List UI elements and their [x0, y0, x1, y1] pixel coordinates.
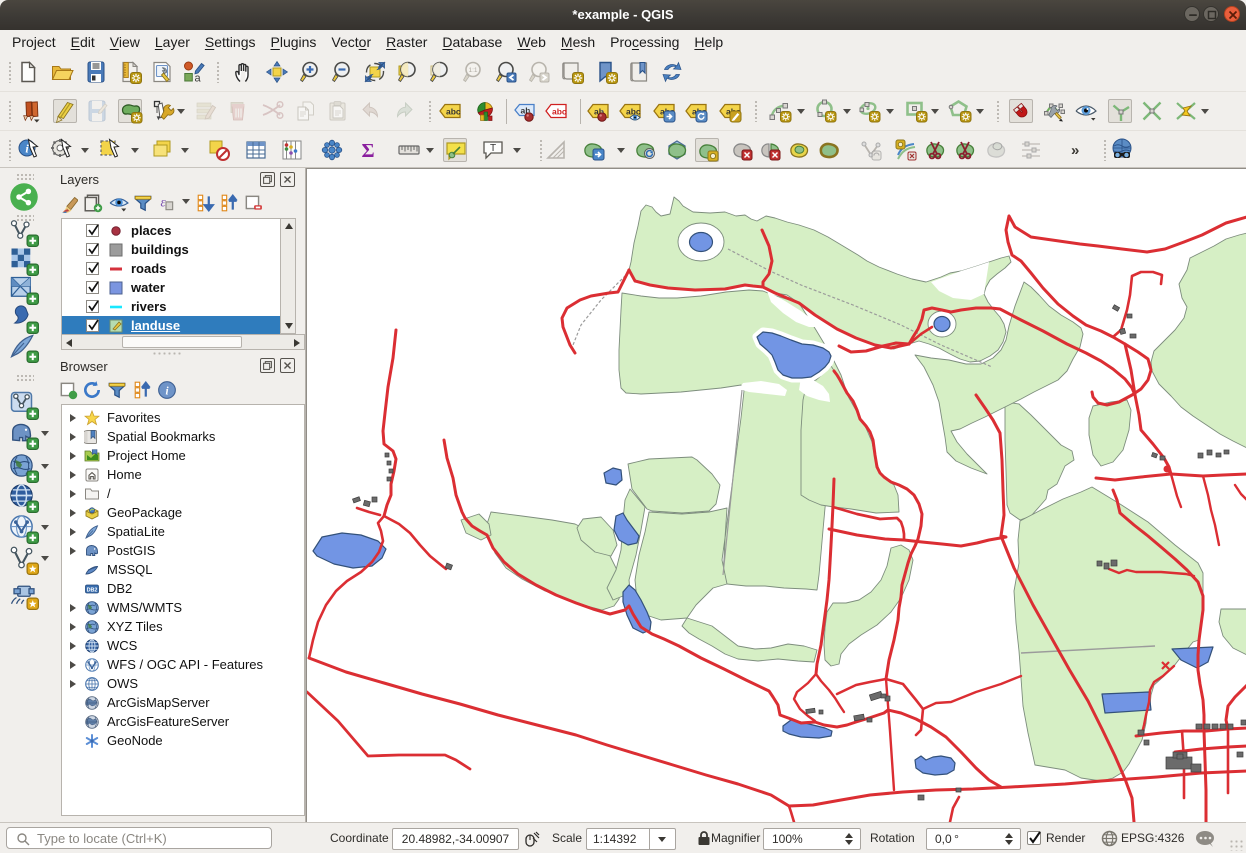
svg-text:DB2: DB2: [87, 587, 98, 593]
svg-text:abc: abc: [446, 107, 461, 117]
svg-text:»: »: [1071, 142, 1079, 159]
svg-text:Σ: Σ: [361, 140, 374, 162]
svg-text:a: a: [195, 73, 202, 85]
svg-text:abc: abc: [552, 107, 567, 117]
svg-text:1:1: 1:1: [469, 67, 478, 74]
svg-text:T: T: [490, 143, 496, 154]
